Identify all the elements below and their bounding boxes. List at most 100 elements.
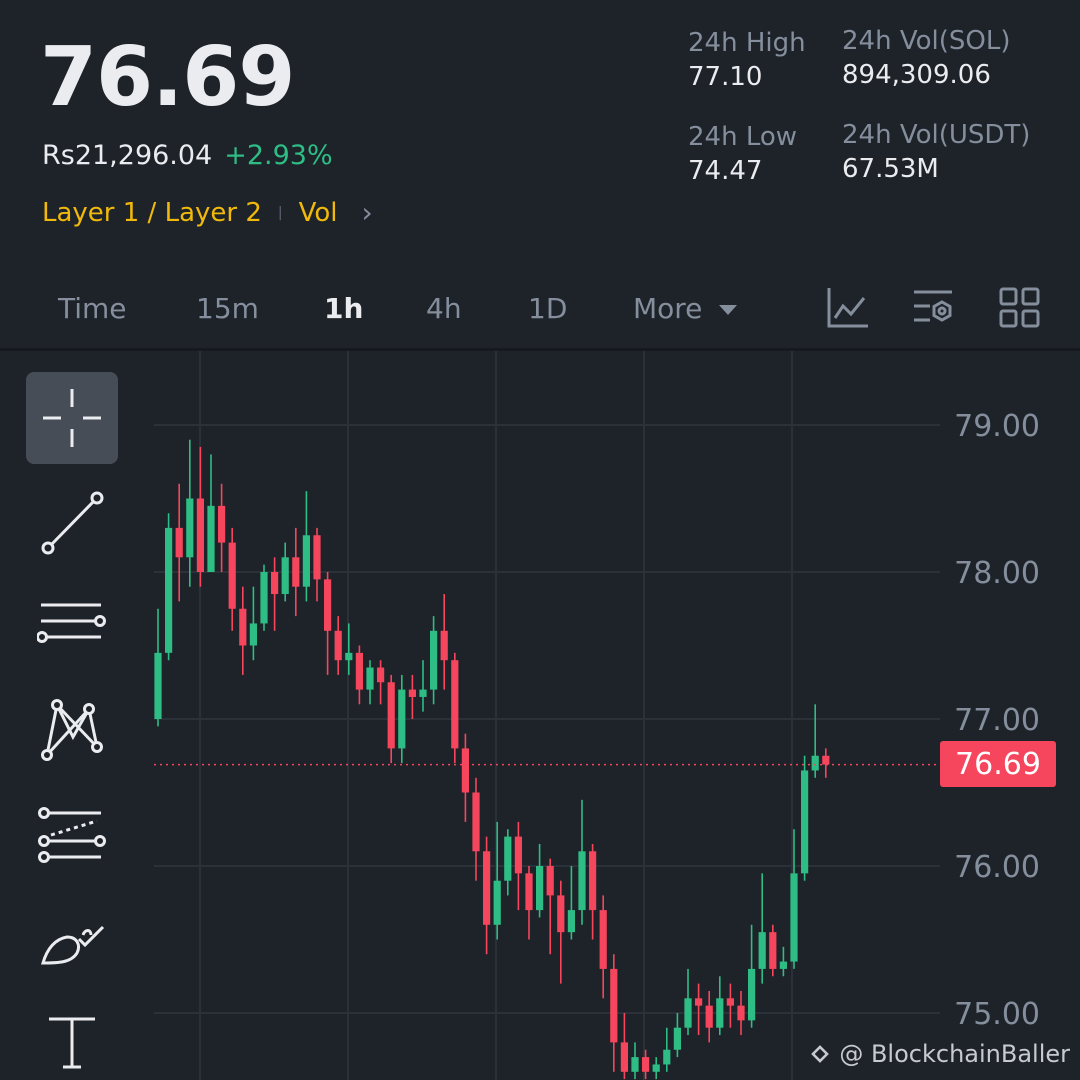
tag-vol[interactable]: Vol [299,198,338,228]
tab-more[interactable]: More [633,292,739,325]
candle-body [440,630,448,661]
candle-body [642,1057,650,1072]
high-value: 77.10 [688,62,763,92]
watermark-text: @ BlockchainBaller [839,1040,1070,1068]
candle-body [228,542,236,609]
parallel-channel-icon [38,807,106,863]
candle-body [567,910,575,933]
text-icon [49,1017,95,1069]
fiat-price: Rs21,296.04 [42,140,213,171]
candle-body [822,755,830,765]
candle-body [716,998,724,1028]
brush-icon [41,925,105,965]
indicator-icon[interactable] [826,286,870,330]
caret-down-icon [719,305,738,315]
candle-body [334,630,342,661]
candle-body [249,623,257,646]
tag-separator: | [277,204,283,221]
crosshair-icon [43,389,101,447]
stats-col-2: 24h Vol(SOL) 894,309.06 24h Vol(USDT) 67… [842,26,1030,184]
vol-quote-value: 67.53M [842,154,939,184]
brush-tool[interactable] [26,892,118,984]
y-tick-label: 76.00 [954,850,1040,885]
vol-base-value: 894,309.06 [842,60,991,90]
high-label: 24h High [688,28,806,58]
tab-time[interactable]: Time [58,292,127,325]
candle-body [165,527,173,653]
candle-body [504,836,512,881]
y-axis-labels: 79.00 78.00 77.00 76.00 75.00 [954,409,1040,1032]
y-tick-label: 78.00 [954,556,1040,591]
candle-body [186,498,194,558]
candle-body [514,836,522,874]
candle-body [472,792,480,852]
tab-1d[interactable]: 1D [528,292,567,325]
candle-body [419,689,427,697]
tab-15m[interactable]: 15m [196,292,259,325]
candle-body [705,1005,713,1028]
candle-body [779,961,787,969]
tag-layer[interactable]: Layer 1 / Layer 2 [42,198,262,228]
binance-logo-icon [811,1045,830,1063]
candle-body [758,932,766,969]
candle-body [292,557,300,587]
horizontal-lines-icon [37,603,106,643]
candle-body [790,873,798,962]
candle-body [737,1005,745,1021]
candle-body [610,968,618,1043]
candle-body [313,535,321,580]
trend-line-icon [41,491,104,555]
text-tool[interactable] [26,996,118,1080]
tab-4h[interactable]: 4h [426,292,462,325]
candle-body [366,667,374,690]
last-price: 76.69 [40,30,295,125]
y-tick-label: 75.00 [954,997,1040,1032]
candle-body [589,851,597,911]
layout-grid-icon[interactable] [998,286,1042,330]
candle-body [557,895,565,933]
candle-body [451,660,459,749]
candle-body [430,630,438,690]
candle-body [578,851,586,911]
vol-base-label: 24h Vol(SOL) [842,26,1011,56]
tab-more-label: More [633,292,703,325]
crosshair-tool[interactable] [26,372,118,464]
candle-body [324,579,332,631]
candle-body [525,873,533,911]
chart-grid [154,351,940,1080]
candle-body [684,998,692,1028]
candle-body [811,755,819,771]
price-sub-row: Rs21,296.04 +2.93% [42,140,333,171]
candle-body [695,998,703,1006]
pattern-icon [41,699,103,761]
candle-body [154,652,162,719]
candle-body [599,910,607,969]
candle-body [207,505,215,572]
tag-row[interactable]: Layer 1 / Layer 2 | Vol › [42,196,373,229]
candle-body [663,1049,671,1065]
candle-body [769,932,777,969]
settings-icon[interactable] [912,286,956,330]
low-value: 74.47 [688,156,763,186]
candle-body [271,572,279,595]
candle-body [377,667,385,683]
horizontal-lines-tool[interactable] [26,580,118,672]
candle-body [631,1057,639,1072]
pattern-tool[interactable] [26,684,118,776]
candle-body [652,1064,660,1072]
candle-body [493,880,501,925]
y-tick-label: 77.00 [954,703,1040,738]
candle-body [260,572,268,624]
candlestick-chart[interactable]: 79.00 78.00 77.00 76.00 75.00 [0,351,1080,1080]
trend-line-tool[interactable] [26,476,118,568]
change-percent: +2.93% [224,140,333,171]
candle-body [345,652,353,661]
candle-body [483,851,491,925]
vol-quote-label: 24h Vol(USDT) [842,120,1031,150]
tab-1h[interactable]: 1h [324,292,363,325]
candle-body [801,770,809,874]
chevron-right-icon[interactable]: › [362,196,373,229]
parallel-channel-tool[interactable] [26,788,118,880]
low-label: 24h Low [688,122,798,152]
candle-body [536,866,544,911]
